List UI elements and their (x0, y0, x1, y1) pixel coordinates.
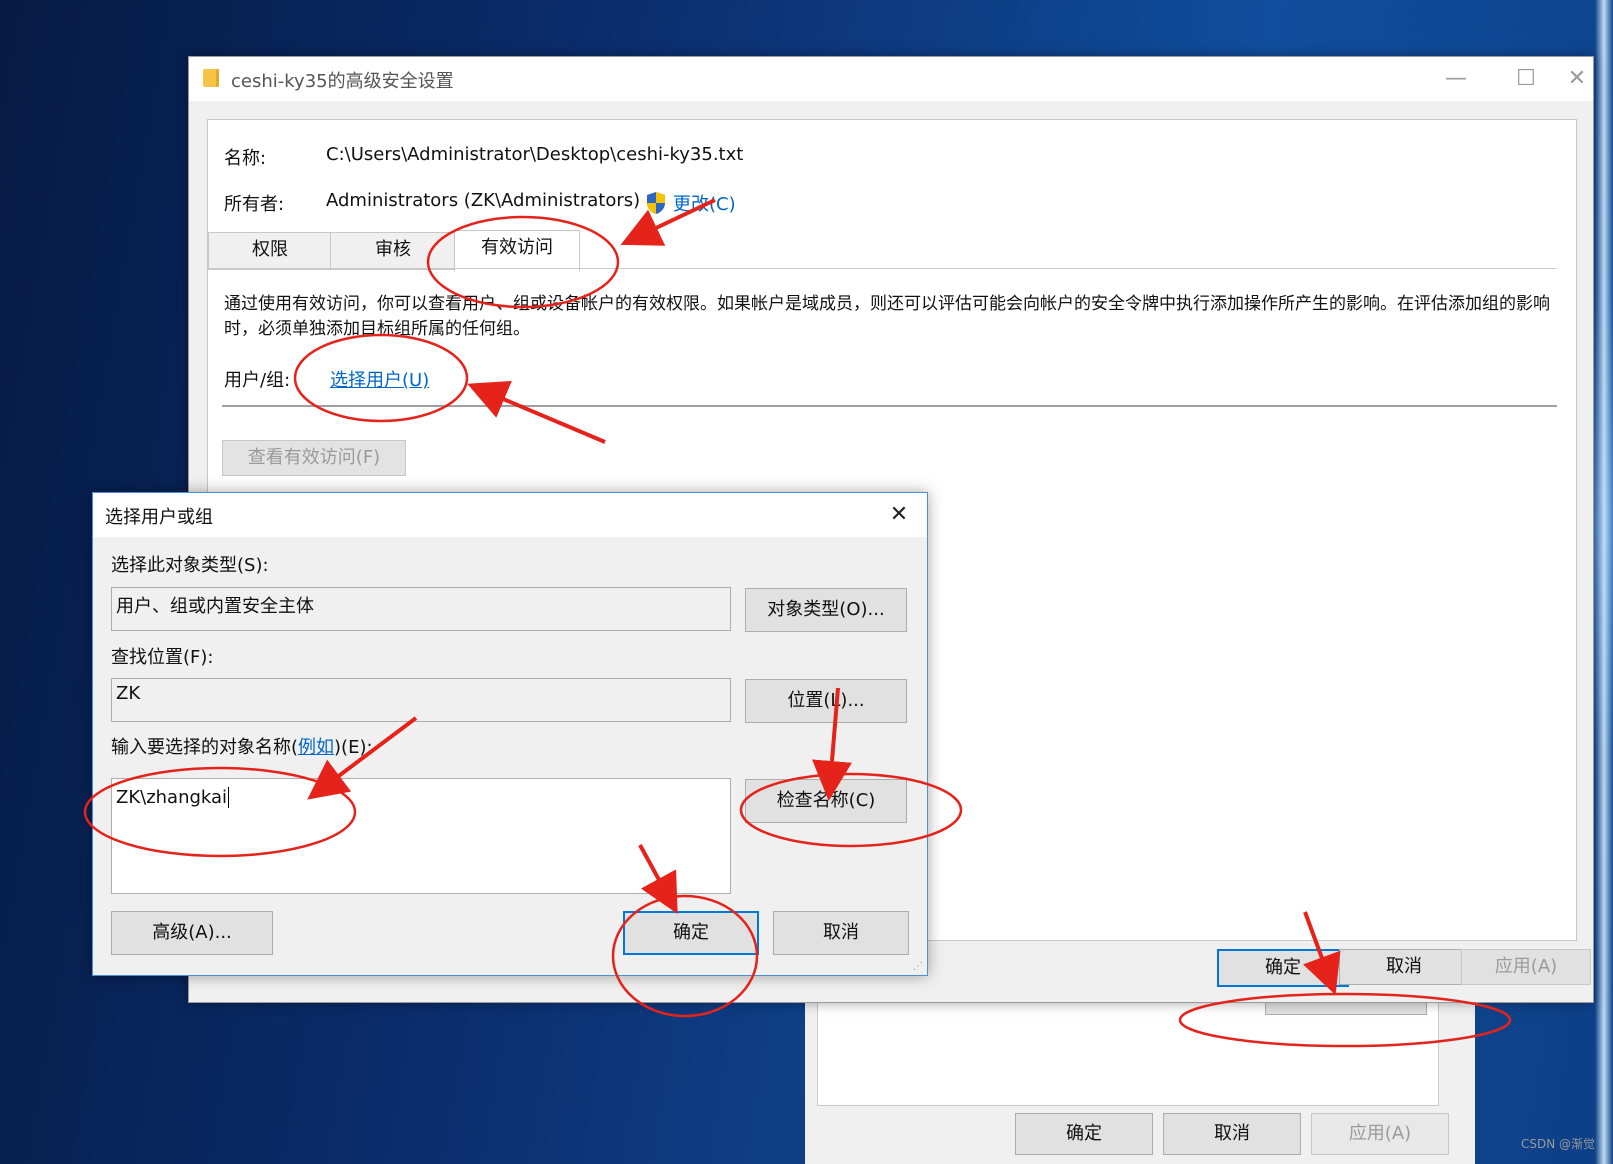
minimize-icon[interactable]: — (1421, 57, 1491, 101)
advanced-button[interactable]: 高级(A)... (111, 911, 273, 955)
main-cancel-button[interactable]: 取消 (1339, 949, 1469, 985)
dialog-title: 选择用户或组 (105, 507, 213, 528)
background-apply-button: 应用(A) (1311, 1113, 1449, 1155)
name-value: C:\Users\Administrator\Desktop\ceshi-ky3… (326, 144, 744, 165)
tab-underline (208, 268, 1556, 269)
select-user-link[interactable]: 选择用户(U) (330, 366, 429, 392)
enter-object-name-label: 输入要选择的对象名称(例如)(E): (111, 733, 373, 759)
tab-effective-access[interactable]: 有效访问 (454, 230, 580, 272)
location-field: ZK (111, 678, 731, 722)
object-types-button[interactable]: 对象类型(O)... (745, 588, 907, 632)
owner-label: 所有者: (224, 194, 285, 215)
change-owner-link[interactable]: 更改(C) (673, 190, 736, 216)
uac-shield-icon (647, 192, 665, 214)
tab-auditing[interactable]: 审核 (330, 232, 456, 270)
examples-link[interactable]: 例如 (298, 737, 334, 758)
enter-object-name-suffix: )(E): (334, 737, 373, 758)
close-icon[interactable]: ✕ (1561, 57, 1593, 101)
background-cancel-button[interactable]: 取消 (1163, 1113, 1301, 1155)
resize-grip-icon[interactable]: ⋰ (913, 961, 925, 973)
window-title: ceshi-ky35的高级安全设置 (231, 71, 454, 92)
object-name-input-value: ZK\zhangkai (116, 787, 228, 808)
object-type-label: 选择此对象类型(S): (111, 555, 269, 576)
main-apply-button: 应用(A) (1461, 949, 1591, 985)
desktop-light-streak (1595, 0, 1613, 1164)
object-type-field: 用户、组或内置安全主体 (111, 587, 731, 631)
name-label: 名称: (224, 148, 267, 169)
maximize-icon[interactable]: ☐ (1491, 57, 1561, 101)
folder-icon (203, 69, 219, 87)
section-divider (222, 405, 1557, 407)
select-user-dialog: 选择用户或组 ✕ 选择此对象类型(S): 用户、组或内置安全主体 对象类型(O)… (92, 492, 928, 976)
dialog-close-icon[interactable]: ✕ (881, 497, 917, 533)
location-label: 查找位置(F): (111, 647, 214, 668)
object-name-input[interactable]: ZK\zhangkai​ (111, 778, 731, 894)
enter-object-name-text: 输入要选择的对象名称( (111, 737, 299, 758)
window-titlebar: ceshi-ky35的高级安全设置 — ☐ ✕ (189, 57, 1593, 101)
background-window: 高级(V) 确定 取消 应用(A) (805, 973, 1475, 1164)
dialog-ok-button[interactable]: 确定 (623, 911, 759, 955)
text-cursor: ​ (228, 787, 230, 808)
effective-access-description: 通过使用有效访问，你可以查看用户、组或设备帐户的有效权限。如果帐户是域成员，则还… (224, 294, 1550, 339)
view-effective-access-button: 查看有效访问(F) (222, 440, 406, 476)
user-group-label: 用户/组: (224, 370, 291, 391)
owner-value: Administrators (ZK\Administrators) (326, 190, 641, 211)
dialog-titlebar: 选择用户或组 ✕ (93, 493, 927, 537)
watermark: CSDN @渐觉 (1520, 1137, 1595, 1151)
check-names-button[interactable]: 检查名称(C) (745, 779, 907, 823)
locations-button[interactable]: 位置(L)... (745, 679, 907, 723)
tab-permissions[interactable]: 权限 (208, 232, 332, 270)
dialog-cancel-button[interactable]: 取消 (773, 911, 909, 955)
main-ok-button[interactable]: 确定 (1217, 949, 1349, 987)
background-ok-button[interactable]: 确定 (1015, 1113, 1153, 1155)
